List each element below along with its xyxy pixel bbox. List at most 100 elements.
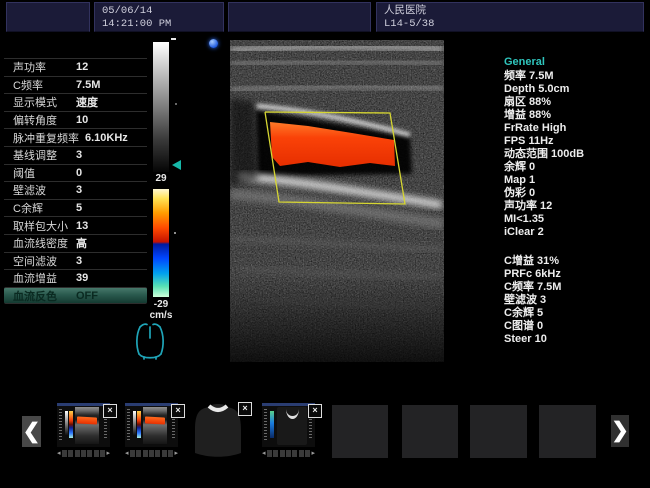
strip-prev-icon: ◂ [125, 449, 129, 458]
param-value: 3 [76, 149, 82, 161]
thumb-image [277, 407, 307, 445]
empty-slot-4 [539, 405, 596, 458]
close-icon[interactable]: × [238, 402, 252, 416]
hospital-name: 人民医院 [384, 5, 643, 18]
close-icon[interactable]: × [308, 404, 322, 418]
strip-prev-icon: ◂ [262, 449, 266, 458]
thumb-image [143, 407, 167, 444]
param-row-color-gain[interactable]: 血流增益39 [4, 269, 147, 287]
param-row-c-frequency[interactable]: C频率7.5M [4, 76, 147, 94]
info-line: iClear 2 [504, 226, 648, 239]
color-info-line: C图谱 0 [504, 320, 648, 333]
info-line: 伪彩 0 [504, 187, 648, 200]
param-label: 血流线密度 [13, 235, 70, 251]
empty-slot-2 [402, 405, 458, 458]
velocity-min-label: -29 [146, 299, 176, 310]
param-value: 高 [76, 235, 87, 251]
param-row-wall-filter[interactable]: 壁滤波 3 [4, 181, 147, 199]
param-label: 壁滤波 [13, 182, 70, 198]
param-row-threshold[interactable]: 阈值 0 [4, 164, 147, 182]
param-value: 39 [76, 272, 88, 284]
info-line: 频率 7.5M [504, 70, 648, 83]
marker-dot [175, 103, 177, 105]
param-row-line-density[interactable]: 血流线密度高 [4, 234, 147, 252]
param-label: 脉冲重复频率 [13, 130, 79, 146]
thumbnail-2-label-strip: ◂ ▸ [125, 449, 178, 458]
thumb-probe-arc [286, 409, 299, 419]
param-label: C余辉 [13, 200, 70, 216]
param-value: 3 [76, 184, 82, 196]
param-value: 0 [76, 167, 82, 179]
thumb-color-bar [69, 411, 73, 438]
info-line: MI<1.35 [504, 213, 648, 226]
preset-title: General [504, 56, 648, 69]
param-label: 声功率 [13, 59, 70, 75]
param-row-c-persistence[interactable]: C余辉 5 [4, 199, 147, 217]
color-info-line: PRFc 6kHz [504, 268, 648, 281]
thumb-color-bar [137, 411, 141, 438]
param-value: 速度 [76, 94, 98, 110]
header-box-empty [228, 2, 371, 32]
thumb-doppler-flow [77, 416, 97, 424]
param-value: 12 [76, 61, 88, 73]
empty-slot-3 [470, 405, 527, 458]
focus-arrow-icon[interactable] [172, 160, 181, 170]
thumbnail-4-label-strip: ◂ ▸ [262, 449, 315, 458]
param-row-baseline[interactable]: 基线调整 3 [4, 146, 147, 164]
color-info-line: 壁滤波 3 [504, 294, 648, 307]
strip-next-icon: ▸ [175, 449, 179, 458]
strip-next-icon: ▸ [107, 449, 111, 458]
param-row-prf[interactable]: 脉冲重复频率 6.10KHz [4, 128, 147, 146]
clipboard-prev-button[interactable]: ❮ [22, 416, 41, 447]
header-box-hospital: 人民医院 L14-5/38 [376, 2, 644, 32]
param-row-spatial-filter[interactable]: 空间滤波 3 [4, 252, 147, 270]
marker-dot [174, 232, 176, 234]
param-row-steer-angle[interactable]: 偏转角度10 [4, 111, 147, 129]
image-info-panel: General 频率 7.5M Depth 5.0cm 扇区 88% 增益 88… [504, 56, 648, 346]
thumb-text-specks [127, 409, 130, 441]
color-info-line: C频率 7.5M [504, 281, 648, 294]
grayscale-bar [153, 42, 169, 172]
thumbnail-1-label-strip: ◂ ▸ [57, 449, 110, 458]
param-value: 3 [76, 255, 82, 267]
thumbnail-1[interactable]: × [57, 403, 110, 447]
param-label: 血流反色 [13, 288, 70, 304]
param-label: 偏转角度 [13, 112, 70, 128]
param-row-acoustic-power[interactable]: 声功率 12 [4, 58, 147, 76]
param-value: 5 [76, 202, 82, 214]
param-row-packet-size[interactable]: 取样包大小13 [4, 216, 147, 234]
info-line: Map 1 [504, 174, 648, 187]
close-icon[interactable]: × [171, 404, 185, 418]
param-label: 基线调整 [13, 147, 70, 163]
info-line: FrRate High [504, 122, 648, 135]
tgc-tick [171, 38, 176, 40]
header-box-datetime: 05/06/14 14:21:00 PM [94, 2, 224, 32]
color-info-line: Steer 10 [504, 333, 648, 346]
thumb-text-specks [59, 409, 62, 441]
thumbnail-3[interactable]: × [188, 400, 248, 460]
color-info-line: C余辉 5 [504, 307, 648, 320]
param-row-flow-invert[interactable]: 血流反色OFF [4, 287, 147, 305]
param-value: 6.10KHz [85, 132, 128, 144]
parameter-panel: 声功率 12 C频率7.5M 显示模式速度 偏转角度10 脉冲重复频率 6.10KH… [4, 58, 147, 304]
empty-slot-1 [332, 405, 388, 458]
info-line: 声功率 12 [504, 200, 648, 213]
param-label: 空间滤波 [13, 253, 70, 269]
body-marker-icon [131, 321, 169, 365]
param-row-display-mode[interactable]: 显示模式速度 [4, 93, 147, 111]
velocity-unit-label: cm/s [146, 310, 176, 321]
thumbnail-4[interactable]: × [262, 403, 315, 447]
thumb-grayscale-bar [65, 411, 68, 435]
thumb-color-bar [270, 411, 274, 438]
param-label: 阈值 [13, 165, 70, 181]
clipboard-next-button[interactable]: ❯ [611, 415, 629, 447]
thumb-grayscale-bar [133, 411, 136, 435]
header-box-patient [6, 2, 90, 32]
close-icon[interactable]: × [103, 404, 117, 418]
thumbnail-2[interactable]: × [125, 403, 178, 447]
ultrasound-image[interactable] [230, 40, 444, 362]
param-label: 显示模式 [13, 94, 70, 110]
param-label: C频率 [13, 77, 70, 93]
header-time: 14:21:00 PM [102, 18, 223, 31]
header-date: 05/06/14 [102, 5, 223, 18]
